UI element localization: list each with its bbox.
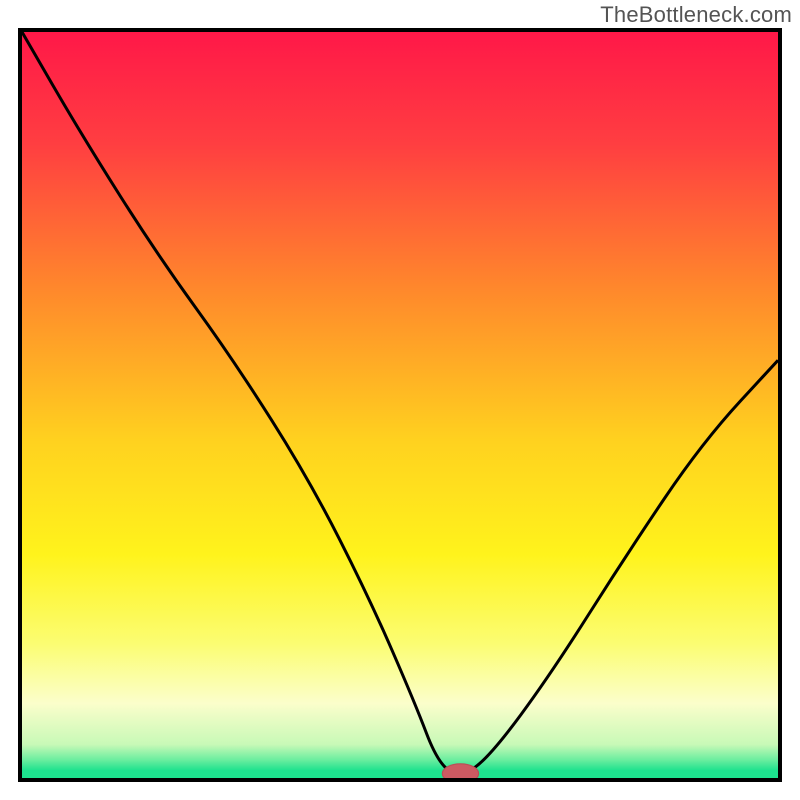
axes-frame xyxy=(18,28,782,782)
watermark-text: TheBottleneck.com xyxy=(600,2,792,28)
chart-stage: TheBottleneck.com xyxy=(0,0,800,800)
